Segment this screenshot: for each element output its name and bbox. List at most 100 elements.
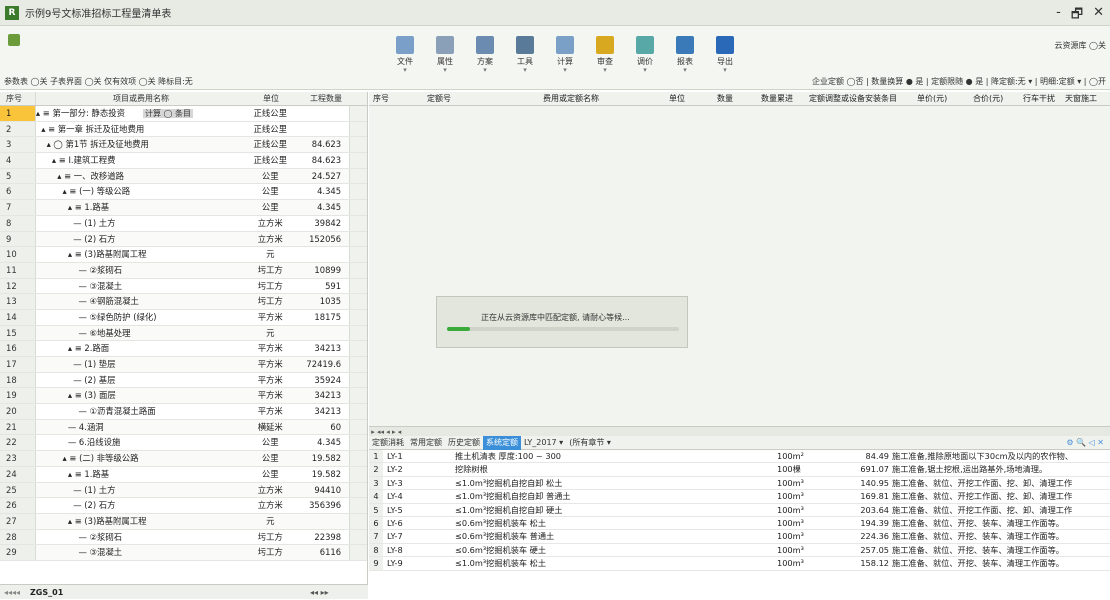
scroll-gutter[interactable]: [349, 466, 367, 482]
toolbar-button[interactable]: 调价 ▾: [630, 36, 660, 74]
tree-row[interactable]: 27 ▴ ≡ (3)路基附属工程 元: [0, 513, 367, 530]
col-no[interactable]: 序号: [0, 92, 36, 105]
cloud-library-toggle[interactable]: 云资源库 ◯关: [1055, 40, 1107, 51]
tree-row[interactable]: 16 ▴ ≡ 2.路面 平方米 34213: [0, 341, 367, 357]
scroll-gutter[interactable]: [349, 137, 367, 153]
toolbar-button[interactable]: 文件 ▾: [390, 36, 420, 74]
scroll-gutter[interactable]: [349, 482, 367, 498]
scroll-gutter[interactable]: [349, 341, 367, 356]
col-unit[interactable]: 单位: [246, 92, 296, 105]
tree-row[interactable]: 18 — (2) 基层 平方米 35924: [0, 372, 367, 389]
tree-row[interactable]: 7 ▴ ≡ 1.路基 公里 4.345: [0, 200, 367, 216]
sheet-nav[interactable]: ◂◂◂◂: [0, 585, 30, 599]
minimize-button[interactable]: -: [1056, 5, 1061, 27]
scroll-gutter[interactable]: [349, 106, 367, 121]
scroll-gutter[interactable]: [349, 498, 367, 513]
close-button[interactable]: ✕: [1093, 5, 1104, 27]
right-col-header[interactable]: 费用或定额名称: [543, 92, 599, 106]
scroll-gutter[interactable]: [349, 294, 367, 309]
quick-access-icon[interactable]: [8, 34, 20, 46]
scroll-gutter[interactable]: [349, 215, 367, 231]
right-col-header[interactable]: 天窗施工: [1065, 92, 1097, 106]
maximize-button[interactable]: 🗗: [1071, 5, 1083, 27]
quota-row[interactable]: 6 LY-6 ≤0.6m³挖掘机装车 松土 100m³ 194.39 施工准备、就位、开挖…: [369, 516, 1110, 531]
right-col-header[interactable]: 合价(元): [973, 92, 1003, 106]
tree-row[interactable]: 12 — ③混凝土 圬工方 591: [0, 278, 367, 295]
scroll-gutter[interactable]: [349, 200, 367, 215]
toolbar-button[interactable]: 属性 ▾: [430, 36, 460, 74]
scroll-gutter[interactable]: [349, 231, 367, 247]
right-col-header[interactable]: 单价(元): [917, 92, 947, 106]
scroll-gutter[interactable]: [349, 545, 367, 560]
toolbar-button[interactable]: 导出 ▾: [710, 36, 740, 74]
quota-tab[interactable]: 历史定额: [445, 436, 483, 450]
scroll-gutter[interactable]: [349, 121, 367, 137]
panel-tool-icons[interactable]: ⚙ 🔍 ◁ ✕: [1066, 436, 1104, 450]
quota-tab[interactable]: 系统定额: [483, 436, 521, 450]
tree-row[interactable]: 20 — ①沥青混凝土路面 平方米 34213: [0, 404, 367, 420]
tree-row[interactable]: 19 ▴ ≡ (3) 面层 平方米 34213: [0, 388, 367, 405]
scroll-gutter[interactable]: [349, 247, 367, 262]
tree-row[interactable]: 15 — ⑥地基处理 元: [0, 325, 367, 342]
tree-row[interactable]: 3 ▴ ◯ 第1节 拆迁及征地费用 正线公里 84.623: [0, 137, 367, 154]
tree-row[interactable]: 6 ▴ ≡ (一) 等级公路 公里 4.345: [0, 184, 367, 201]
options-text[interactable]: 参数表 ◯关 子表界面 ◯关 仅有效项 ◯关 降标目:无: [4, 77, 193, 86]
tree-row[interactable]: 22 — 6.沿线设施 公里 4.345: [0, 435, 367, 452]
quota-row[interactable]: 1 LY-1 推土机清表 厚度:100 ~ 300 100m² 84.49 施工准备,推除…: [369, 450, 1110, 464]
tree-row[interactable]: 11 — ②浆砌石 圬工方 10899: [0, 262, 367, 279]
right-col-header[interactable]: 数量: [717, 92, 733, 106]
quota-row[interactable]: 7 LY-7 ≤0.6m³挖掘机装车 普通土 100m³ 224.36 施工准备、就位、开…: [369, 530, 1110, 544]
scroll-gutter[interactable]: [349, 451, 367, 466]
right-col-header[interactable]: 单位: [669, 92, 685, 106]
right-options-text[interactable]: 企业定额 ◯否 | 数量换算 ● 是 | 定额限随 ● 是 | 降定额:无 ▾ …: [812, 77, 1106, 86]
scroll-gutter[interactable]: [349, 184, 367, 200]
scroll-gutter[interactable]: [349, 168, 367, 184]
tree-row[interactable]: 21 — 4.涵洞 横延米 60: [0, 419, 367, 436]
tree-row[interactable]: 4 ▴ ≡ Ⅰ.建筑工程费 正线公里 84.623: [0, 153, 367, 169]
scroll-gutter[interactable]: [349, 309, 367, 325]
col-name[interactable]: 项目或费用名称: [36, 92, 246, 105]
quota-row[interactable]: 5 LY-5 ≤1.0m³挖掘机自挖自卸 硬土 100m³ 203.64 施工准备、就位、…: [369, 503, 1110, 517]
col-qty[interactable]: 工程数量: [296, 92, 350, 105]
tree-row[interactable]: 28 — ②浆砌石 圬工方 22398: [0, 529, 367, 546]
quota-tab[interactable]: LY_2017 ▾: [521, 436, 566, 450]
scroll-gutter[interactable]: [349, 388, 367, 404]
quota-row[interactable]: 2 LY-2 挖除树根 100棵 691.07 施工准备,锯土挖根,运出路基外,场地清理。: [369, 463, 1110, 477]
tree-row[interactable]: 17 — (1) 垫层 平方米 72419.6: [0, 357, 367, 373]
scroll-gutter[interactable]: [349, 278, 367, 294]
tree-row[interactable]: 25 — (1) 土方 立方米 94410: [0, 482, 367, 499]
tree-row[interactable]: 10 ▴ ≡ (3)路基附属工程 元: [0, 247, 367, 263]
toolbar-button[interactable]: 计算 ▾: [550, 36, 580, 74]
scroll-gutter[interactable]: [349, 404, 367, 419]
toolbar-button[interactable]: 工具 ▾: [510, 36, 540, 74]
tree-row[interactable]: 9 — (2) 石方 立方米 152056: [0, 231, 367, 248]
right-options[interactable]: 企业定额 ◯否 | 数量换算 ● 是 | 定额限随 ● 是 | 降定额:无 ▾ …: [812, 76, 1106, 87]
scroll-gutter[interactable]: [349, 419, 367, 435]
right-col-header[interactable]: 定额号: [427, 92, 451, 106]
quota-row[interactable]: 9 LY-9 ≤1.0m³挖掘机装车 松土 100m³ 158.12 施工准备、就位、开挖…: [369, 557, 1110, 571]
scroll-gutter[interactable]: [349, 325, 367, 341]
quota-tab[interactable]: (所有章节 ▾: [566, 436, 614, 450]
right-col-header[interactable]: 数量累进: [761, 92, 793, 106]
tree-row[interactable]: 1 ▴ ≡ 第一部分: 静态投资 计算 ◯ 条目 正线公里: [0, 106, 367, 122]
quota-row[interactable]: 8 LY-8 ≤0.6m³挖掘机装车 硬土 100m³ 257.05 施工准备、就位、开挖…: [369, 543, 1110, 558]
scroll-gutter[interactable]: [349, 357, 367, 372]
quota-tab[interactable]: 常用定额: [407, 436, 445, 450]
toolbar-button[interactable]: 方案 ▾: [470, 36, 500, 74]
scroll-gutter[interactable]: [349, 513, 367, 529]
right-col-header[interactable]: 行车干扰: [1023, 92, 1055, 106]
option-row[interactable]: 参数表 ◯关 子表界面 ◯关 仅有效项 ◯关 降标目:无: [4, 76, 193, 87]
toolbar-button[interactable]: 审查 ▾: [590, 36, 620, 74]
toolbar-button[interactable]: 报表 ▾: [670, 36, 700, 74]
tree-row[interactable]: 8 — (1) 土方 立方米 39842: [0, 215, 367, 232]
tree-row[interactable]: 29 — ③混凝土 圬工方 6116: [0, 545, 367, 561]
tree-row[interactable]: 24 ▴ ≡ 1.路基 公里 19.582: [0, 466, 367, 483]
sheet-tab[interactable]: ZGS_01: [30, 585, 260, 599]
quota-row[interactable]: 4 LY-4 ≤1.0m³挖掘机自挖自卸 普通土 100m³ 169.81 施工准备、就位…: [369, 490, 1110, 504]
tree-row[interactable]: 5 ▴ ≡ 一、改移道路 公里 24.527: [0, 168, 367, 185]
right-col-header[interactable]: 定额调整或设备安装条目: [809, 92, 897, 106]
scroll-gutter[interactable]: [349, 529, 367, 545]
calc-badge[interactable]: 计算 ◯ 条目: [142, 109, 193, 118]
horizontal-scrollbar[interactable]: ▸ ◂◂ ◂ ▸ ◂: [369, 426, 1110, 436]
scroll-gutter[interactable]: [349, 153, 367, 168]
